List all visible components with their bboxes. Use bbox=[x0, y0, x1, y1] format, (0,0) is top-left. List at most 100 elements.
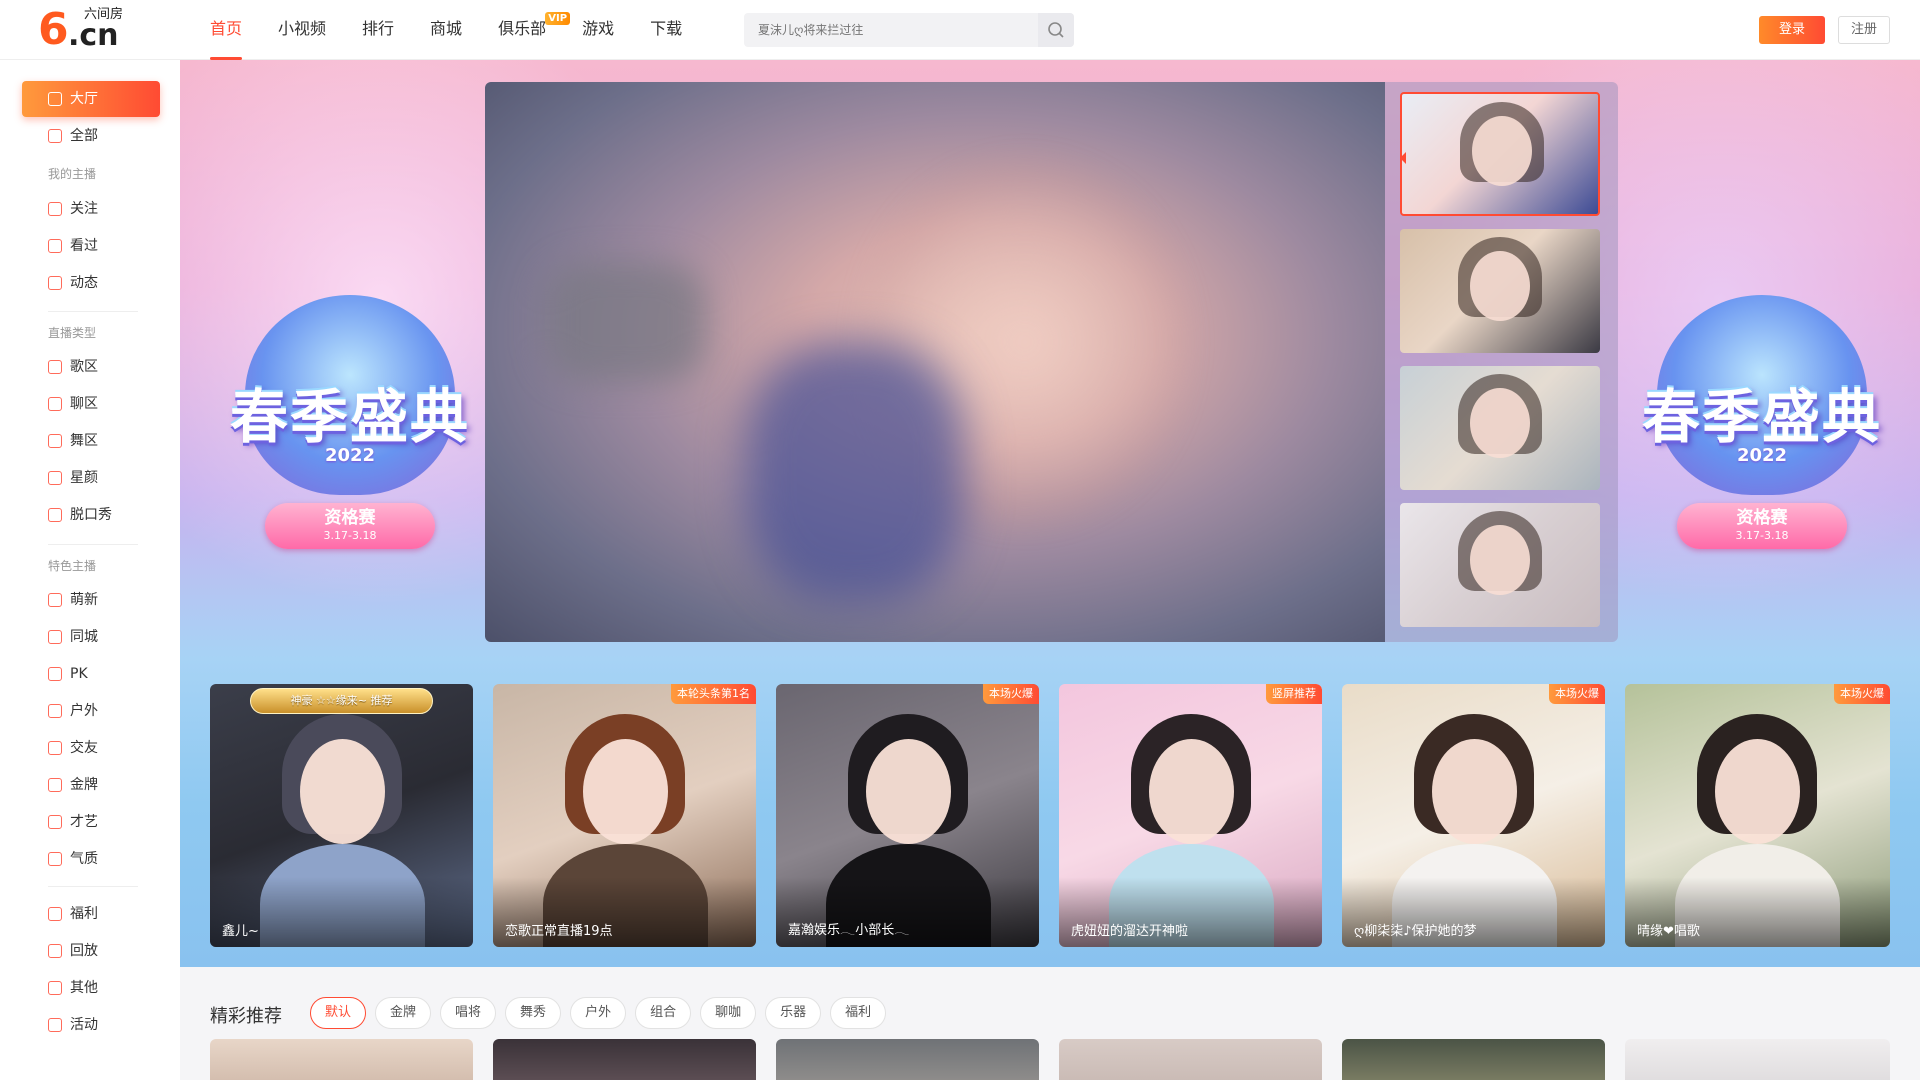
featured-card[interactable]: 本轮头条第1名 恋歌正常直播19点 bbox=[493, 684, 756, 947]
nav-games[interactable]: 游戏 bbox=[582, 0, 614, 60]
room-card[interactable] bbox=[210, 1039, 473, 1080]
sidebar-item-label: 看过 bbox=[70, 238, 98, 254]
filter-group[interactable]: 组合 bbox=[635, 997, 692, 1029]
filter-instrument[interactable]: 乐器 bbox=[765, 997, 822, 1029]
sidebar-item-newbie[interactable]: 萌新 bbox=[22, 582, 160, 618]
thumb-face bbox=[1470, 525, 1530, 595]
card-face bbox=[1149, 739, 1234, 844]
nav-download[interactable]: 下载 bbox=[650, 0, 682, 60]
event-year: 2022 bbox=[1736, 445, 1788, 466]
filter-gold[interactable]: 金牌 bbox=[375, 997, 432, 1029]
filter-chat[interactable]: 聊咖 bbox=[700, 997, 757, 1029]
filter-singer[interactable]: 唱将 bbox=[440, 997, 497, 1029]
music-icon bbox=[48, 360, 62, 374]
sidebar-item-gold[interactable]: 金牌 bbox=[22, 767, 160, 803]
stream-thumb[interactable] bbox=[1400, 503, 1600, 627]
sidebar-item-outdoor[interactable]: 户外 bbox=[22, 693, 160, 729]
nav-club[interactable]: 俱乐部 VIP bbox=[498, 0, 571, 60]
thumb-face bbox=[1472, 116, 1532, 186]
sidebar-item-beauty[interactable]: 星颜 bbox=[22, 460, 160, 496]
sidebar-item-label: 交友 bbox=[70, 740, 98, 756]
section-title: 精彩推荐 bbox=[210, 1006, 282, 1027]
login-button[interactable]: 登录 bbox=[1759, 16, 1825, 44]
stream-thumb[interactable] bbox=[1400, 366, 1600, 490]
sidebar-item-pk[interactable]: PK bbox=[22, 656, 160, 692]
card-face bbox=[1432, 739, 1517, 844]
featured-card[interactable]: 本场火爆 晴缘❤唱歌 bbox=[1625, 684, 1890, 947]
sidebar-item-welfare[interactable]: 福利 bbox=[22, 896, 160, 932]
sidebar-item-label: 户外 bbox=[70, 703, 98, 719]
filter-welfare[interactable]: 福利 bbox=[830, 997, 887, 1029]
live-player[interactable] bbox=[485, 82, 1385, 642]
chat-icon bbox=[48, 397, 62, 411]
sidebar-item-label: 其他 bbox=[70, 980, 98, 996]
sidebar-item-label: 聊区 bbox=[70, 396, 98, 412]
sidebar-item-chat[interactable]: 聊区 bbox=[22, 386, 160, 422]
card-tag: 本场火爆 bbox=[1834, 684, 1890, 704]
featured-card[interactable]: 本场火爆 ღ柳柒柒♪保护她的梦 bbox=[1342, 684, 1605, 947]
star-icon bbox=[48, 1018, 62, 1032]
featured-card[interactable]: 竖屏推荐 虎妞妞的溜达开神啦 bbox=[1059, 684, 1322, 947]
card-tag: 本轮头条第1名 bbox=[671, 684, 756, 704]
sidebar-item-dance[interactable]: 舞区 bbox=[22, 423, 160, 459]
featured-card[interactable]: 神豪 ☆☆缘来~ 推荐 鑫儿~ bbox=[210, 684, 473, 947]
nav-ranking[interactable]: 排行 bbox=[362, 0, 394, 60]
sidebar-item-friends[interactable]: 交友 bbox=[22, 730, 160, 766]
nav-mall[interactable]: 商城 bbox=[430, 0, 462, 60]
sidebar-item-follow[interactable]: 关注 bbox=[22, 191, 160, 227]
stream-thumb[interactable] bbox=[1400, 229, 1600, 353]
sidebar-item-history[interactable]: 看过 bbox=[22, 228, 160, 264]
sprout-icon bbox=[48, 593, 62, 607]
sidebar-item-other[interactable]: 其他 bbox=[22, 970, 160, 1006]
anchor-name: 虎妞妞的溜达开神啦 bbox=[1071, 924, 1189, 939]
event-emblem-right[interactable]: 春季盛典 2022 资格赛 3.17-3.18 bbox=[1617, 295, 1907, 585]
filter-dance[interactable]: 舞秀 bbox=[505, 997, 562, 1029]
filter-outdoor[interactable]: 户外 bbox=[570, 997, 627, 1029]
room-card[interactable] bbox=[1342, 1039, 1605, 1080]
lightning-icon bbox=[48, 667, 62, 681]
featured-cards: 神豪 ☆☆缘来~ 推荐 鑫儿~ 本轮头条第1名 恋歌正常直播19点 本场火爆 嘉… bbox=[210, 684, 1890, 947]
site-logo[interactable]: 6 六间房 .cn bbox=[38, 8, 138, 52]
sidebar-item-feed[interactable]: 动态 bbox=[22, 265, 160, 301]
group-my-anchors: 我的主播 bbox=[48, 167, 97, 181]
sidebar-item-label: 关注 bbox=[70, 201, 98, 217]
sidebar-item-local[interactable]: 同城 bbox=[22, 619, 160, 655]
sidebar-item-all[interactable]: 全部 bbox=[22, 118, 160, 154]
room-card[interactable] bbox=[1059, 1039, 1322, 1080]
sidebar-item-label: 全部 bbox=[70, 128, 98, 144]
divider bbox=[48, 311, 138, 312]
nav-home[interactable]: 首页 bbox=[210, 0, 243, 60]
sidebar-item-replay[interactable]: 回放 bbox=[22, 933, 160, 969]
sidebar-item-elegance[interactable]: 气质 bbox=[22, 841, 160, 877]
sidebar-item-events[interactable]: 活动 bbox=[22, 1007, 160, 1043]
room-card[interactable] bbox=[776, 1039, 1039, 1080]
clock-icon bbox=[48, 239, 62, 253]
featured-card[interactable]: 本场火爆 嘉瀚娱乐𓂃小部长𓂃 bbox=[776, 684, 1039, 947]
top-header: 6 六间房 .cn 首页 小视频 排行 商城 俱乐部 VIP 游戏 下载 登录 … bbox=[0, 0, 1920, 60]
filter-default[interactable]: 默认 bbox=[310, 997, 367, 1029]
search-input[interactable] bbox=[744, 13, 1040, 47]
nav-short-video[interactable]: 小视频 bbox=[278, 0, 326, 60]
search-button[interactable] bbox=[1038, 13, 1074, 47]
card-face bbox=[300, 739, 385, 844]
register-button[interactable]: 注册 bbox=[1838, 16, 1890, 44]
sidebar-item-lobby[interactable]: 大厅 bbox=[22, 81, 160, 117]
event-emblem-left[interactable]: 春季盛典 2022 资格赛 3.17-3.18 bbox=[205, 295, 495, 585]
event-dates: 3.17-3.18 bbox=[1735, 529, 1789, 542]
sidebar-item-talent[interactable]: 才艺 bbox=[22, 804, 160, 840]
sidebar-item-label: 同城 bbox=[70, 629, 98, 645]
sidebar-item-talkshow[interactable]: 脱口秀 bbox=[22, 497, 160, 533]
sidebar-item-label: PK bbox=[70, 666, 88, 682]
card-face bbox=[1715, 739, 1800, 844]
card-face bbox=[583, 739, 668, 844]
stream-thumb[interactable] bbox=[1400, 92, 1600, 216]
sidebar-item-singing[interactable]: 歌区 bbox=[22, 349, 160, 385]
room-card[interactable] bbox=[493, 1039, 756, 1080]
vip-badge: VIP bbox=[545, 12, 571, 25]
search-box bbox=[744, 13, 1074, 47]
room-card[interactable] bbox=[1625, 1039, 1890, 1080]
event-stage: 资格赛 bbox=[324, 508, 376, 528]
medal-icon bbox=[48, 778, 62, 792]
category-filters: 默认 金牌 唱将 舞秀 户外 组合 聊咖 乐器 福利 bbox=[310, 997, 895, 1029]
group-live-type: 直播类型 bbox=[48, 326, 97, 340]
